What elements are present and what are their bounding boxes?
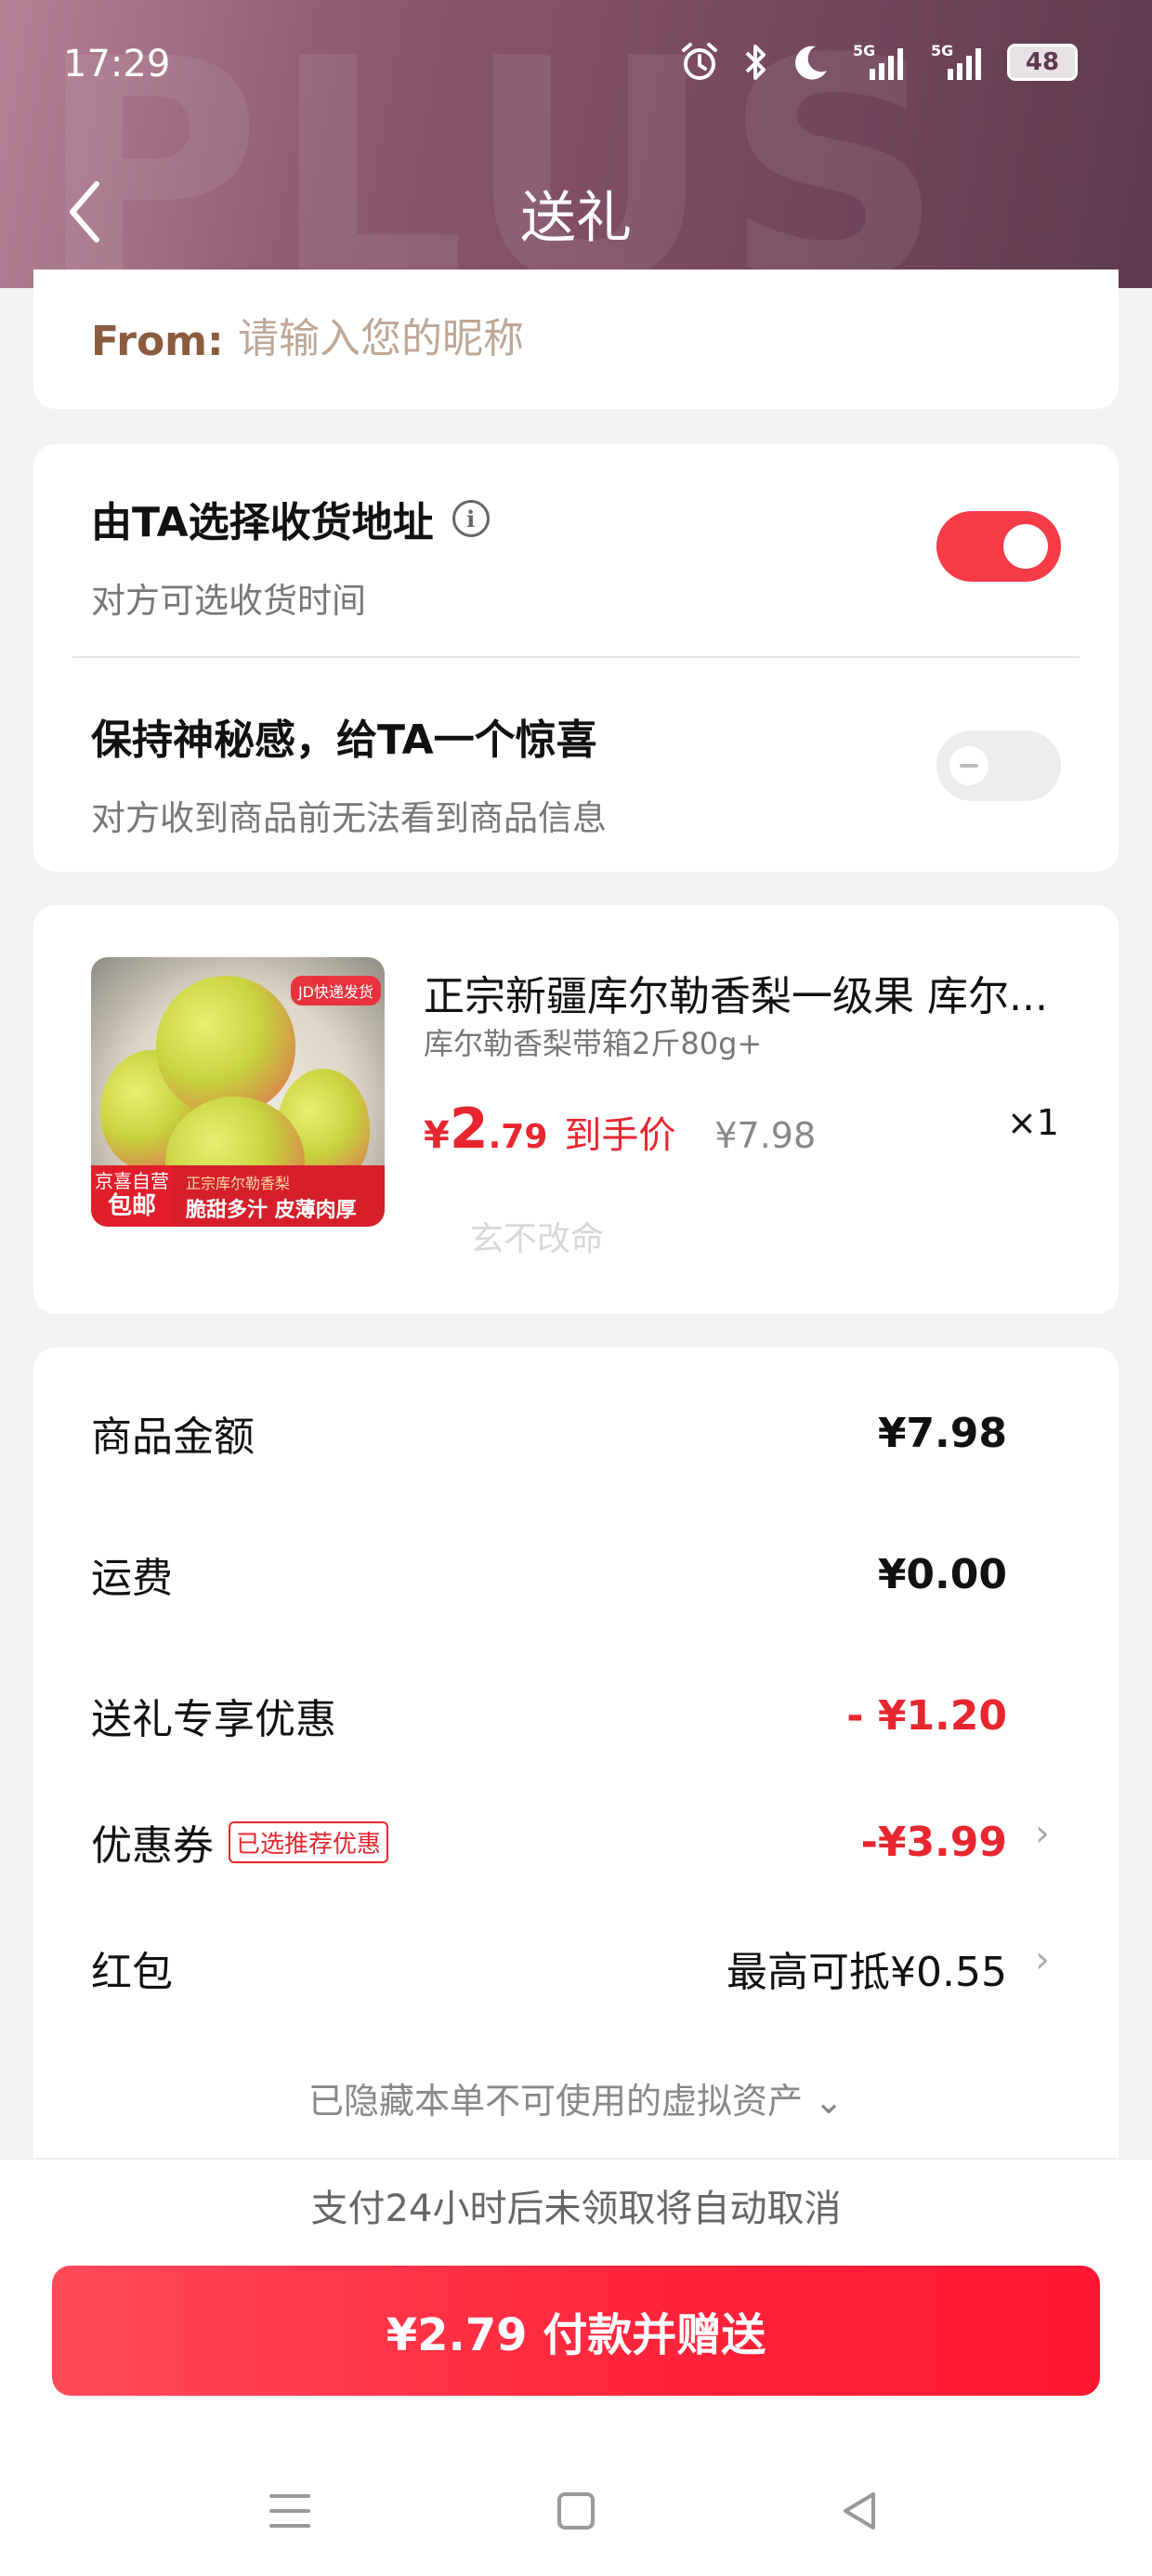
option-title: 由TA选择收货地址 <box>91 499 434 546</box>
amount-row-gift-discount: 送礼专享优惠 - ¥1.20 <box>91 1686 1007 1745</box>
amount-label: 红包 <box>91 1949 173 1996</box>
battery-indicator: 48 <box>1007 44 1078 81</box>
amount-row-coupon[interactable]: 优惠券 已选推荐优惠 -¥3.99 <box>91 1812 1007 1872</box>
product-spec: 库尔勒香梨带箱2斤80g+ <box>424 1026 763 1061</box>
shop-watermark: 玄不改命 <box>470 1220 605 1258</box>
amount-row-shipping: 运费 ¥0.00 <box>91 1544 1007 1604</box>
nickname-input[interactable] <box>238 310 981 366</box>
signal-5g-icon: 5G <box>853 42 903 80</box>
image-tag-small: 京喜自营 <box>95 1170 169 1193</box>
hidden-assets-label: 已隐藏本单不可使用的虚拟资产 <box>308 2081 804 2122</box>
mystery-surprise-toggle[interactable] <box>936 730 1061 801</box>
amount-value: ¥0.00 <box>877 1550 1007 1598</box>
pay-area: ¥2.79 付款并赠送 <box>0 2251 1152 2576</box>
image-tag-big: 包邮 <box>107 1192 156 1221</box>
header: PLUS 17:29 5G 5G 48 送礼 <box>0 0 1152 288</box>
pay-and-send-button[interactable]: ¥2.79 付款并赠送 <box>52 2266 1100 2396</box>
amount-value: 最高可抵¥0.55 <box>727 1949 1007 1996</box>
divider <box>72 656 1080 658</box>
nav-bar: 送礼 <box>0 139 1152 288</box>
image-tag-shipping: JD快递发货 <box>290 976 381 1005</box>
pear-shape <box>156 976 295 1115</box>
chevron-down-icon: ⌄ <box>814 2081 844 2122</box>
image-banner-small: 正宗库尔勒香梨 <box>186 1175 291 1192</box>
status-time: 17:29 <box>63 43 171 85</box>
product-card[interactable]: JD快递发货 京喜自营 包邮 正宗库尔勒香梨 脆甜多汁 皮薄肉厚 正宗新疆库尔勒… <box>33 905 1119 1314</box>
bluetooth-icon <box>745 45 766 80</box>
status-icons: 5G 5G 48 <box>678 41 1078 84</box>
signal-5g-icon-2: 5G <box>931 42 981 80</box>
system-navigation-bar <box>0 2464 1152 2567</box>
price-currency: ¥ <box>424 1114 450 1157</box>
product-title[interactable]: 正宗新疆库尔勒香梨一级果 库尔... <box>424 963 1102 1022</box>
amount-value: -¥3.99 <box>860 1818 1007 1866</box>
image-banner-big: 脆甜多汁 皮薄肉厚 <box>186 1199 357 1222</box>
page-title: 送礼 <box>520 186 632 251</box>
amount-value: ¥7.98 <box>877 1409 1007 1457</box>
chevron-right-icon[interactable]: › <box>1035 1812 1050 1855</box>
option-subtitle: 对方收到商品前无法看到商品信息 <box>91 798 607 838</box>
option-title: 保持神秘感，给TA一个惊喜 <box>91 716 597 764</box>
hidden-assets-toggle[interactable]: 已隐藏本单不可使用的虚拟资产 ⌄ <box>33 2072 1119 2123</box>
amount-value: - ¥1.20 <box>846 1691 1007 1740</box>
amount-label: 运费 <box>91 1555 173 1602</box>
amount-label: 送礼专享优惠 <box>91 1696 336 1743</box>
status-bar: 17:29 5G 5G 48 <box>0 0 1152 139</box>
option-subtitle: 对方可选收货时间 <box>91 581 366 621</box>
product-price: ¥ 2 .79 到手价 ¥7.98 <box>424 1097 816 1162</box>
option-recipient-address: 由TA选择收货地址 i 对方可选收货时间 <box>91 489 1061 623</box>
option-mystery-surprise: 保持神秘感，给TA一个惊喜 对方收到商品前无法看到商品信息 <box>91 706 1061 840</box>
original-price: ¥7.98 <box>714 1115 817 1156</box>
price-label: 到手价 <box>564 1114 676 1157</box>
do-not-disturb-moon-icon <box>795 46 827 80</box>
amount-summary-card: 商品金额 ¥7.98 运费 ¥0.00 送礼专享优惠 - ¥1.20 优惠券 已… <box>33 1347 1119 2175</box>
amount-label: 优惠券 <box>91 1822 214 1870</box>
product-image[interactable]: JD快递发货 京喜自营 包邮 正宗库尔勒香梨 脆甜多汁 皮薄肉厚 <box>91 957 385 1227</box>
back-triangle-icon[interactable] <box>832 2483 888 2539</box>
image-banner: 正宗库尔勒香梨 脆甜多汁 皮薄肉厚 <box>173 1165 385 1227</box>
amount-label: 商品金额 <box>91 1413 255 1461</box>
toggle-knob <box>1003 524 1048 569</box>
recipient-address-toggle[interactable] <box>936 511 1061 582</box>
price-decimal: .79 <box>488 1118 548 1156</box>
home-square-icon[interactable] <box>548 2483 604 2539</box>
image-tag-selfrun: 京喜自营 包邮 <box>91 1165 173 1227</box>
amount-row-red-packet[interactable]: 红包 最高可抵¥0.55 <box>91 1939 1007 1998</box>
from-label: From: <box>91 318 224 365</box>
product-quantity: ×1 <box>1006 1102 1059 1143</box>
chevron-right-icon[interactable]: › <box>1035 1939 1050 1981</box>
amount-row-goods: 商品金额 ¥7.98 <box>91 1403 1007 1463</box>
alarm-icon <box>682 43 717 80</box>
menu-icon[interactable] <box>262 2483 318 2539</box>
info-icon[interactable]: i <box>452 500 490 537</box>
price-integer: 2 <box>449 1097 489 1162</box>
auto-cancel-notice: 支付24小时后未领取将自动取消 <box>0 2158 1152 2251</box>
gift-options-card: 由TA选择收货地址 i 对方可选收货时间 保持神秘感，给TA一个惊喜 对方收到商… <box>33 444 1119 872</box>
toggle-knob <box>949 746 988 785</box>
svg-text:5G: 5G <box>931 42 953 59</box>
svg-text:5G: 5G <box>853 42 875 59</box>
from-card: From: <box>33 269 1119 409</box>
recommended-coupon-tag: 已选推荐优惠 <box>229 1820 389 1863</box>
